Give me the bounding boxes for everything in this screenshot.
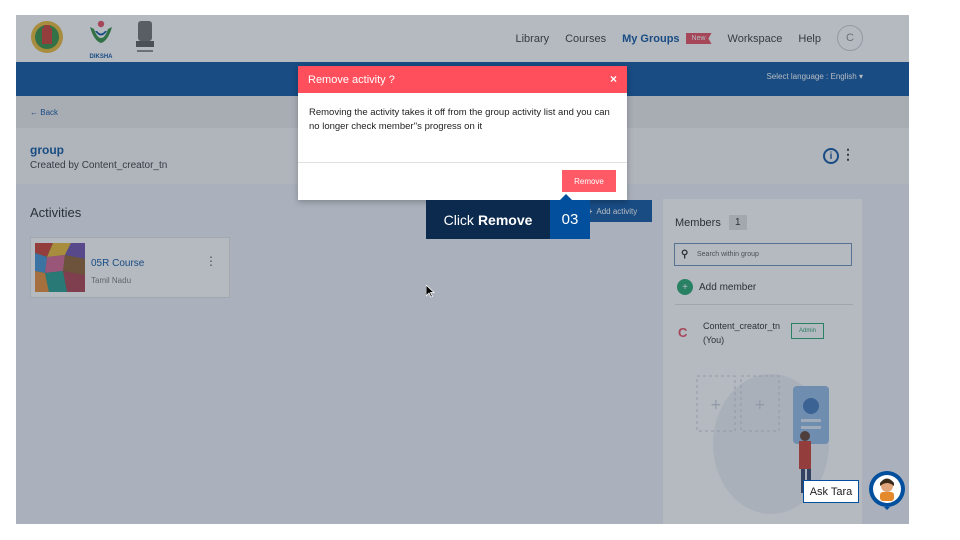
- ask-tara-label[interactable]: Ask Tara: [803, 480, 859, 503]
- dialog-title: Remove activity ?: [308, 74, 395, 86]
- callout-prefix: Click: [443, 211, 474, 228]
- callout-step-number: 03: [550, 200, 590, 239]
- dialog-header: Remove activity ? ×: [298, 66, 627, 93]
- callout-pointer: [560, 194, 572, 200]
- callout-action: Remove: [477, 211, 533, 228]
- remove-button[interactable]: Remove: [562, 170, 616, 192]
- tara-chatbot-icon[interactable]: [868, 470, 906, 510]
- dialog-divider: [298, 162, 627, 163]
- remove-activity-dialog: Remove activity ? × Removing the activit…: [298, 66, 627, 200]
- close-icon[interactable]: ×: [610, 72, 617, 86]
- dialog-message: Removing the activity takes it off from …: [309, 107, 610, 132]
- tutorial-callout: Click Remove 03: [426, 194, 590, 239]
- app-window: DIKSHA Library Courses My Groups New Wor…: [16, 15, 909, 524]
- mouse-cursor-icon: [426, 285, 435, 298]
- callout-instruction: Click Remove: [426, 200, 550, 239]
